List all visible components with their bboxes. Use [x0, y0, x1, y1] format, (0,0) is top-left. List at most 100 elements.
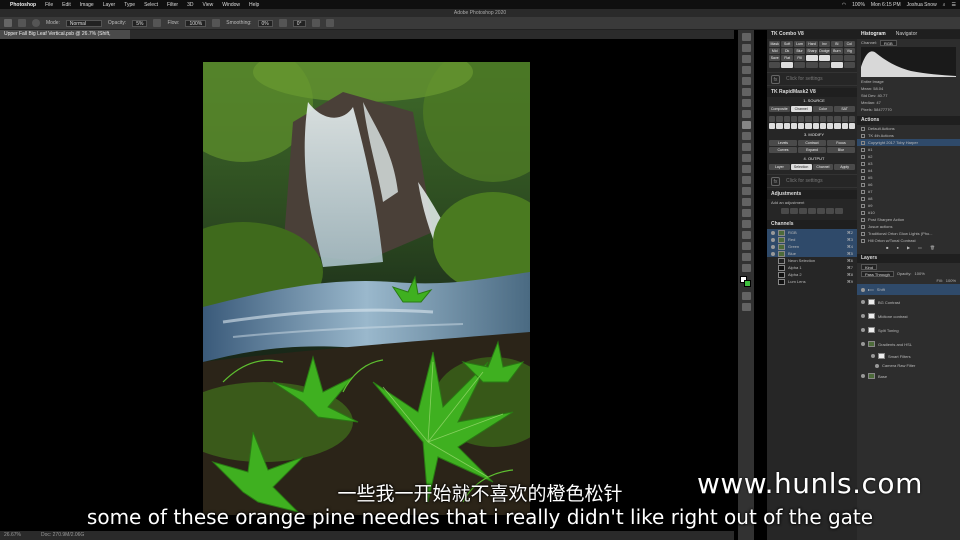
layer-row[interactable]: Midtone contrast — [857, 309, 960, 323]
range-cell[interactable] — [790, 123, 797, 129]
path-select-tool-icon[interactable] — [741, 220, 751, 228]
action-row[interactable]: #5 — [857, 174, 960, 181]
checkbox-icon[interactable] — [861, 189, 865, 194]
tk-btn-fill[interactable]: Fill — [793, 55, 806, 61]
tk-btn-sharp[interactable]: Sharp — [806, 48, 818, 54]
tk-rapidmask-settings[interactable]: fx Click for settings — [767, 174, 857, 188]
layers-filter-select[interactable]: Kind — [861, 263, 878, 270]
menu-3d[interactable]: 3D — [187, 2, 193, 8]
more-tools-icon[interactable] — [741, 264, 751, 272]
gradient-tool-icon[interactable] — [741, 165, 751, 173]
tk-btn-blank-3[interactable] — [831, 55, 843, 61]
eye-icon[interactable] — [771, 259, 775, 263]
tab-histogram[interactable]: Histogram — [861, 30, 886, 39]
tk-btn-blank-8[interactable] — [806, 62, 818, 68]
layer-row[interactable]: Camera Raw Filter — [857, 361, 960, 370]
zoom-tool-icon[interactable] — [741, 253, 751, 261]
checkbox-icon[interactable] — [861, 203, 865, 208]
eye-icon[interactable] — [771, 280, 775, 284]
flow-input[interactable]: 100% — [185, 19, 207, 27]
document-tab[interactable]: Upper Fall Big Leaf Vertical.psb @ 26.7%… — [0, 30, 130, 46]
layer-row[interactable]: BG Contrast — [857, 295, 960, 309]
tk-btn-blank-6[interactable] — [781, 62, 793, 68]
zoom-level[interactable]: 26.67% — [4, 531, 21, 540]
tk-btn-blur[interactable]: Blur — [793, 48, 806, 54]
channel-row[interactable]: Neon Selection ⌘6 — [767, 257, 857, 264]
layer-row[interactable]: Base — [857, 370, 960, 382]
tk-btn-save[interactable]: Save — [769, 55, 781, 61]
range-cell[interactable] — [827, 116, 834, 122]
tk-btn-inv[interactable]: Inv — [818, 41, 831, 47]
wifi-icon[interactable]: ◠ — [842, 2, 846, 8]
range-cell[interactable] — [834, 123, 841, 129]
tk-btn-dk[interactable]: Dk — [781, 48, 793, 54]
eye-icon[interactable] — [861, 287, 865, 292]
action-row[interactable]: #9 — [857, 202, 960, 209]
menu-select[interactable]: Select — [144, 2, 158, 8]
layer-fill-value[interactable]: 100% — [946, 278, 956, 283]
type-tool-icon[interactable] — [741, 209, 751, 217]
eye-icon[interactable] — [771, 266, 775, 270]
pressure-size-icon[interactable] — [311, 19, 320, 27]
tk-btn-burn[interactable]: Burn — [831, 48, 843, 54]
tk-btn-mask[interactable]: Mask — [769, 41, 781, 47]
angle-input[interactable]: 0° — [292, 19, 306, 27]
range-cell[interactable] — [819, 123, 826, 129]
checkbox-icon[interactable] — [861, 224, 865, 229]
range-cell[interactable] — [769, 123, 776, 129]
action-row[interactable]: Traditional Orton Glow Lights (Pho... — [857, 230, 960, 237]
eye-icon[interactable] — [871, 354, 875, 358]
action-row[interactable]: #3 — [857, 160, 960, 167]
eye-icon[interactable] — [875, 363, 879, 368]
smoothing-settings-icon[interactable] — [278, 19, 287, 27]
output-layer[interactable]: Layer — [769, 164, 790, 170]
range-cell[interactable] — [819, 116, 826, 122]
range-cell[interactable] — [769, 116, 776, 122]
history-brush-tool-icon[interactable] — [741, 143, 751, 151]
tk-btn-blank-7[interactable] — [793, 62, 806, 68]
tk-btn-dodge[interactable]: Dodge — [818, 48, 831, 54]
search-icon[interactable]: ⌕ — [943, 2, 946, 8]
eye-icon[interactable] — [771, 244, 775, 249]
hand-tool-icon[interactable] — [741, 242, 751, 250]
range-cell[interactable] — [783, 116, 790, 122]
range-cell[interactable] — [805, 123, 812, 129]
brush-tool-icon[interactable] — [741, 121, 751, 129]
exposure-icon[interactable] — [808, 208, 816, 214]
menu-edit[interactable]: Edit — [62, 2, 71, 8]
range-cell[interactable] — [834, 116, 841, 122]
range-cell[interactable] — [798, 116, 805, 122]
channel-row[interactable]: Blue ⌘5 — [767, 250, 857, 257]
tk-btn-mid[interactable]: Mid — [769, 48, 781, 54]
modify-expand[interactable]: Expand — [798, 147, 826, 153]
channel-row[interactable]: Alpha 1 ⌘7 — [767, 264, 857, 271]
healing-tool-icon[interactable] — [741, 110, 751, 118]
action-row[interactable]: #8 — [857, 195, 960, 202]
blend-mode-select[interactable]: Pass Through — [861, 270, 894, 277]
menu-view[interactable]: View — [203, 2, 214, 8]
tab-navigator[interactable]: Navigator — [896, 30, 917, 39]
quick-select-tool-icon[interactable] — [741, 66, 751, 74]
curves-icon[interactable] — [799, 208, 807, 214]
tk-btn-lum[interactable]: Lum — [793, 41, 806, 47]
action-row[interactable]: TK 4th Actions — [857, 132, 960, 139]
range-cell[interactable] — [812, 116, 819, 122]
output-selection[interactable]: Selection — [790, 164, 812, 170]
clock[interactable]: Mon 6:15 PM — [871, 2, 901, 8]
range-cell[interactable] — [848, 123, 855, 129]
eye-icon[interactable] — [861, 328, 865, 332]
checkbox-icon[interactable] — [861, 217, 865, 222]
user-name[interactable]: Joshua Snow — [907, 2, 937, 8]
modify-blur[interactable]: Blur — [827, 147, 855, 153]
quick-mask-icon[interactable] — [741, 292, 751, 300]
folder-icon[interactable]: ▭ — [918, 245, 922, 250]
checkbox-icon[interactable] — [861, 168, 865, 173]
eye-icon[interactable] — [861, 314, 865, 318]
screen-mode-icon[interactable] — [741, 303, 751, 311]
checkbox-icon[interactable] — [861, 161, 865, 166]
battery-percent[interactable]: 100% — [852, 2, 865, 8]
home-icon[interactable] — [4, 19, 12, 27]
tab-color[interactable]: Color — [812, 106, 834, 112]
pressure-opacity-icon[interactable] — [153, 19, 162, 27]
checkbox-icon[interactable] — [861, 140, 865, 145]
